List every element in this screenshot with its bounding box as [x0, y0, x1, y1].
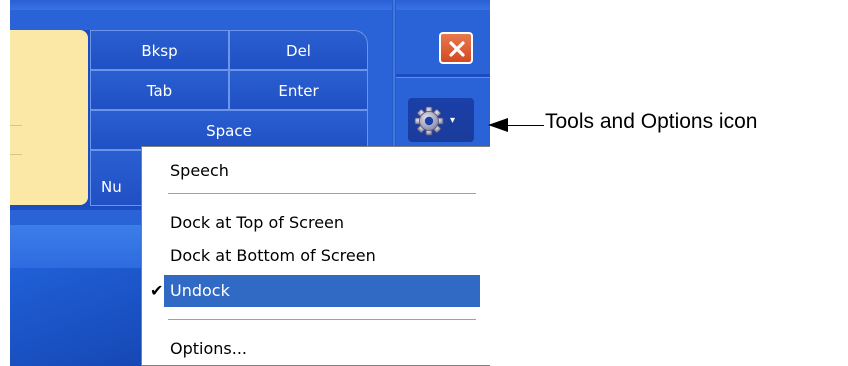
key-enter[interactable]: Enter	[229, 70, 368, 110]
key-tab[interactable]: Tab	[90, 70, 229, 110]
key-bksp[interactable]: Bksp	[90, 30, 229, 70]
dropdown-caret-icon: ▾	[450, 115, 456, 126]
callout-label: Tools and Options icon	[545, 110, 758, 133]
menu-item-dock-bottom[interactable]: Dock at Bottom of Screen	[170, 246, 376, 265]
checkmark-icon: ✔	[150, 281, 164, 300]
menu-separator	[168, 319, 476, 323]
key-del[interactable]: Del	[229, 30, 368, 70]
menu-separator	[168, 193, 476, 197]
window-top-edge	[10, 0, 490, 10]
close-button[interactable]	[439, 32, 473, 64]
panel-divider	[10, 154, 22, 155]
gear-icon	[414, 106, 444, 136]
menu-item-speech[interactable]: Speech	[170, 161, 229, 180]
word-prediction-panel	[10, 30, 88, 205]
menu-item-dock-top[interactable]: Dock at Top of Screen	[170, 213, 344, 232]
window-divider	[396, 74, 490, 78]
on-screen-keyboard-window: Bksp Del Tab Enter Space Nu ▾ Speech Doc…	[10, 0, 490, 366]
close-icon	[449, 41, 465, 57]
callout-leader-line	[502, 125, 544, 126]
panel-divider	[10, 125, 22, 126]
tools-and-options-button[interactable]: ▾	[408, 98, 474, 142]
key-space[interactable]: Space	[90, 110, 368, 150]
tools-menu: Speech Dock at Top of Screen Dock at Bot…	[141, 146, 490, 366]
menu-item-options[interactable]: Options...	[170, 339, 247, 358]
menu-item-undock[interactable]: Undock	[170, 281, 230, 300]
